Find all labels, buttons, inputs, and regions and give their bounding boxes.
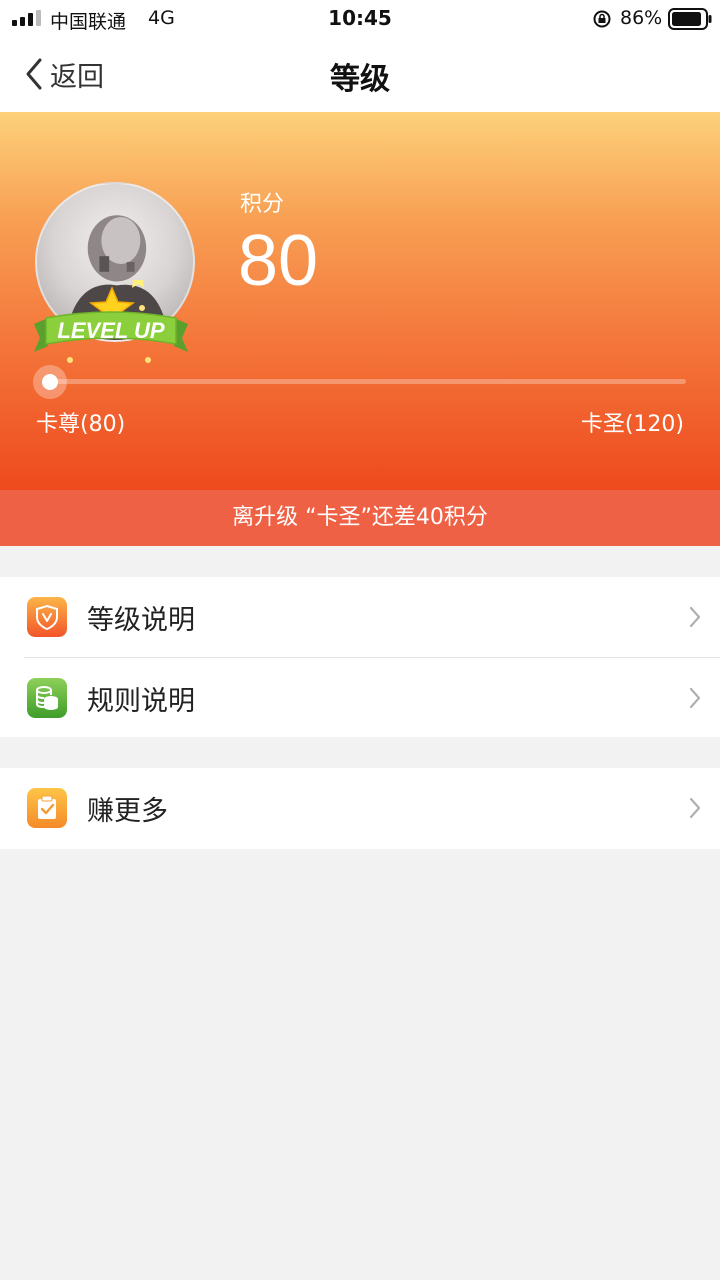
status-time: 10:45 <box>328 6 392 30</box>
coins-icon <box>27 678 67 718</box>
page-title: 等级 <box>330 62 390 97</box>
upgrade-message-banner: 离升级 “卡圣”还差40积分 <box>0 490 720 546</box>
earn-menu-group: 赚更多 <box>0 768 720 849</box>
level-up-badge: LEVEL UP <box>34 280 188 363</box>
level-progress-knob <box>33 365 67 399</box>
rotation-lock-icon <box>593 10 611 28</box>
next-level-label: 卡圣(120) <box>580 412 684 437</box>
points-label: 积分 <box>240 192 285 217</box>
clipboard-check-icon <box>27 788 67 828</box>
battery-percentage: 86% <box>620 7 663 29</box>
battery-icon <box>668 8 712 30</box>
menu-item-level-info[interactable]: 等级说明 <box>0 577 720 657</box>
menu-item-rules-info[interactable]: 规则说明 <box>0 658 720 738</box>
menu-label-earn-more: 赚更多 <box>87 795 168 827</box>
status-bar: 中国联通 4G 10:45 86% <box>0 0 720 38</box>
level-progress-track <box>50 379 686 384</box>
current-level-label: 卡尊(80) <box>36 412 126 437</box>
menu-label-level-info: 等级说明 <box>87 604 195 636</box>
shield-icon <box>27 597 67 637</box>
points-value: 80 <box>238 221 319 301</box>
level-hero: LEVEL UP 积分 80 卡尊(80) 卡圣(120) <box>0 112 720 490</box>
chevron-right-icon <box>689 606 701 628</box>
info-menu-group: 等级说明 规则说明 <box>0 577 720 737</box>
navigation-bar: 返回 等级 <box>0 38 720 112</box>
chevron-right-icon <box>689 687 701 709</box>
menu-label-rules-info: 规则说明 <box>87 685 195 717</box>
menu-item-earn-more[interactable]: 赚更多 <box>0 768 720 848</box>
level-up-text: LEVEL UP <box>57 318 165 343</box>
chevron-right-icon <box>689 797 701 819</box>
